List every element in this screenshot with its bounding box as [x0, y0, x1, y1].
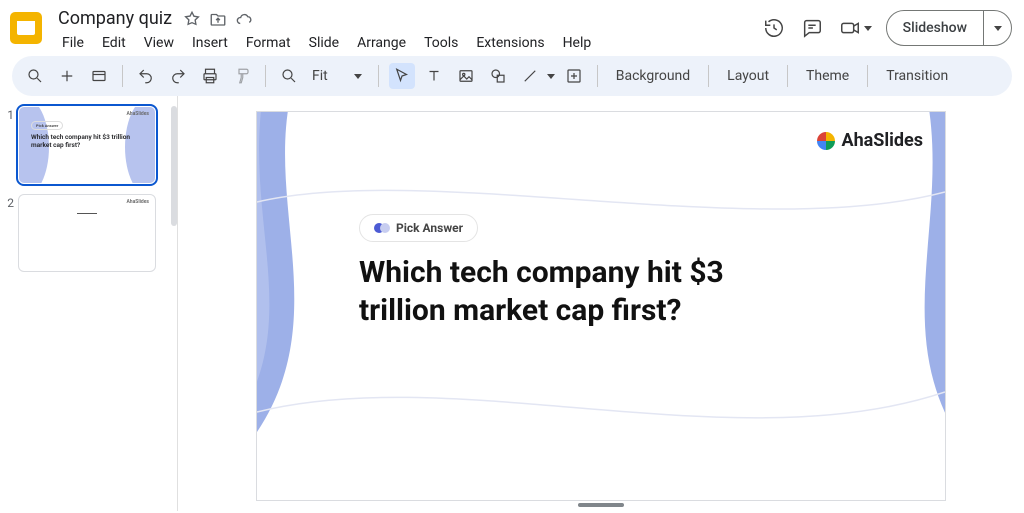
comment-add-icon[interactable] — [561, 63, 587, 89]
menu-edit[interactable]: Edit — [94, 33, 134, 53]
brand-dot-icon — [817, 132, 835, 150]
document-title[interactable]: Company quiz — [54, 6, 176, 31]
undo-icon[interactable] — [133, 63, 159, 89]
search-tool-icon[interactable] — [22, 63, 48, 89]
transition-button[interactable]: Transition — [878, 64, 956, 88]
pick-label: Pick Answer — [396, 221, 463, 235]
print-icon[interactable] — [197, 63, 223, 89]
slide-thumbnail-2[interactable]: AhaSlides — [18, 194, 156, 272]
history-icon[interactable] — [762, 16, 786, 40]
slideshow-button[interactable]: Slideshow — [886, 10, 1012, 46]
zoom-icon — [276, 63, 302, 89]
line-dropdown-icon[interactable] — [547, 74, 555, 79]
menu-format[interactable]: Format — [238, 33, 299, 53]
chevron-down-icon — [354, 74, 362, 79]
move-icon[interactable] — [208, 9, 228, 29]
layout-icon[interactable] — [86, 63, 112, 89]
title-block: Company quiz File Edit View Insert Forma… — [54, 6, 599, 53]
menu-view[interactable]: View — [136, 33, 182, 53]
menu-tools[interactable]: Tools — [416, 33, 466, 53]
comment-icon[interactable] — [800, 16, 824, 40]
shape-icon[interactable] — [485, 63, 511, 89]
menu-extensions[interactable]: Extensions — [468, 33, 552, 53]
toolbar: Fit Background Layout Theme Transition — [12, 56, 1012, 96]
cloud-icon[interactable] — [234, 9, 254, 29]
menu-file[interactable]: File — [54, 33, 92, 53]
work-area: 1 AhaSlides Pick Answer Which tech compa… — [0, 96, 1024, 511]
canvas[interactable]: AhaSlides Pick Answer Which tech company… — [178, 96, 1024, 511]
menu-insert[interactable]: Insert — [184, 33, 236, 53]
present-camera[interactable] — [838, 16, 872, 40]
theme-button[interactable]: Theme — [798, 64, 857, 88]
header-actions: Slideshow — [762, 10, 1012, 46]
sidebar-scrollbar[interactable] — [171, 106, 177, 226]
brand-text: AhaSlides — [841, 130, 923, 151]
chevron-down-icon — [864, 26, 872, 31]
layout-button[interactable]: Layout — [719, 64, 777, 88]
menu-arrange[interactable]: Arrange — [349, 33, 414, 53]
pick-answer-pill: Pick Answer — [359, 214, 478, 242]
redo-icon[interactable] — [165, 63, 191, 89]
line-icon[interactable] — [517, 63, 543, 89]
question-text[interactable]: Which tech company hit $3 trillion marke… — [359, 254, 815, 329]
menu-help[interactable]: Help — [555, 33, 600, 53]
star-icon[interactable] — [182, 9, 202, 29]
splitter-handle[interactable] — [578, 503, 624, 507]
slide-panel: 1 AhaSlides Pick Answer Which tech compa… — [0, 96, 178, 511]
slide-number: 2 — [2, 194, 14, 210]
paint-format-icon[interactable] — [229, 63, 255, 89]
app-header: Company quiz File Edit View Insert Forma… — [0, 0, 1024, 54]
background-button[interactable]: Background — [608, 64, 698, 88]
slide-main[interactable]: AhaSlides Pick Answer Which tech company… — [257, 112, 945, 500]
brand-logo: AhaSlides — [817, 130, 923, 151]
zoom-value: Fit — [312, 68, 328, 84]
textbox-icon[interactable] — [421, 63, 447, 89]
slideshow-label: Slideshow — [887, 20, 983, 36]
menu-slide[interactable]: Slide — [301, 33, 347, 53]
slide-number: 1 — [2, 106, 14, 122]
slides-logo[interactable] — [8, 10, 44, 46]
slideshow-dropdown[interactable] — [983, 11, 1011, 45]
decor-line — [257, 362, 945, 442]
new-slide-icon[interactable] — [54, 63, 80, 89]
image-icon[interactable] — [453, 63, 479, 89]
chevron-down-icon — [994, 26, 1002, 31]
camera-icon — [838, 16, 862, 40]
menu-bar: File Edit View Insert Format Slide Arran… — [54, 31, 599, 53]
select-tool-icon[interactable] — [389, 63, 415, 89]
slide-thumbnail-1[interactable]: AhaSlides Pick Answer Which tech company… — [18, 106, 156, 184]
zoom-control[interactable]: Fit — [276, 63, 368, 89]
